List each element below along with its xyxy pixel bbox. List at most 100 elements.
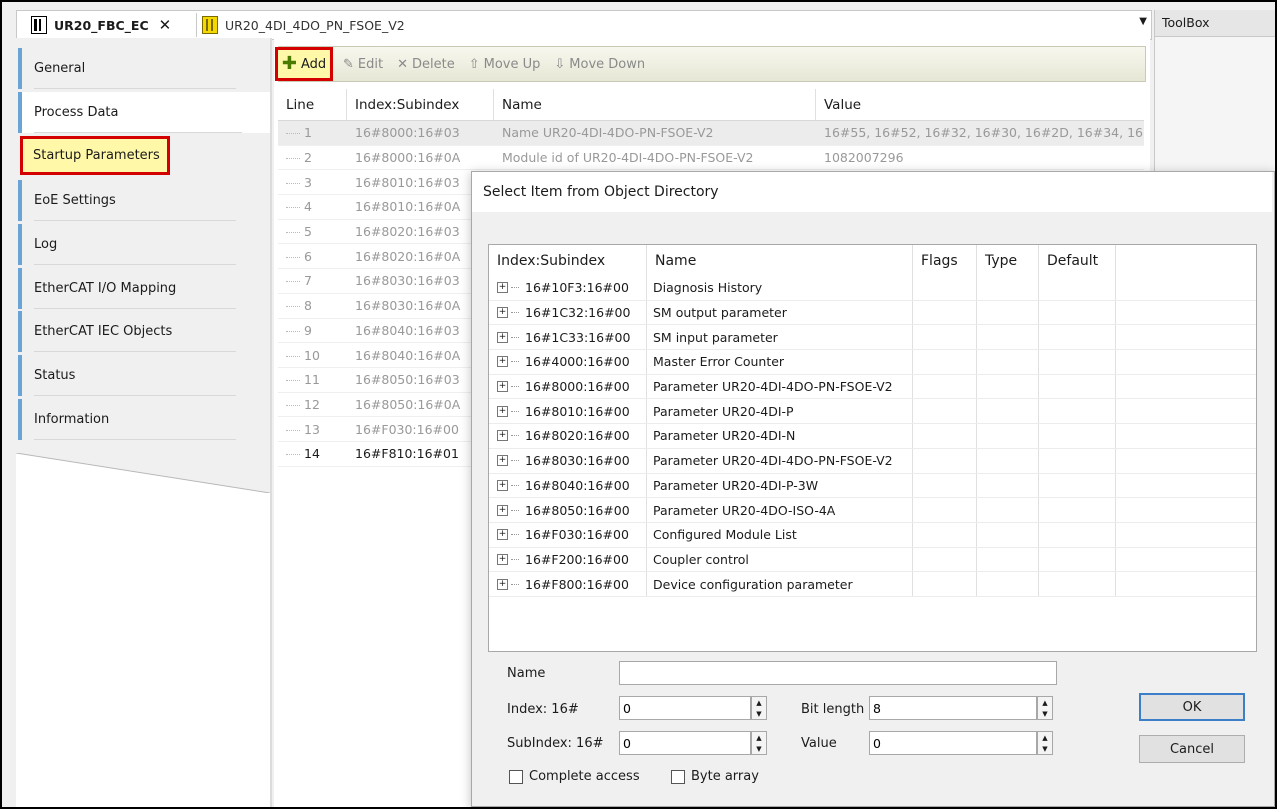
table-row[interactable]: 2 16#8000:16#0A Module id of UR20-4DI-4DO-… <box>278 146 1144 171</box>
subindex-spinner[interactable]: ▲ ▼ <box>751 731 767 755</box>
od-row[interactable]: +16#F200:16#00 Coupler control <box>489 547 1256 573</box>
spin-up-icon[interactable]: ▲ <box>1042 699 1047 707</box>
index-spinner[interactable]: ▲ ▼ <box>751 696 767 720</box>
close-icon[interactable]: ✕ <box>159 16 172 34</box>
expand-icon[interactable]: + <box>497 405 508 417</box>
spin-up-icon[interactable]: ▲ <box>756 699 761 707</box>
arrow-down-icon: ⇩ <box>554 56 566 72</box>
tab-ur20-4di-4do[interactable]: UR20_4DI_4DO_PN_FSOE_V2 <box>202 14 405 36</box>
cell-flags <box>913 276 977 300</box>
column-header-value[interactable]: Value <box>816 89 1144 120</box>
od-row[interactable]: +16#1C33:16#00 SM input parameter <box>489 325 1256 351</box>
add-button[interactable]: ✚ Add <box>275 47 333 81</box>
nav-item-startup-parameters[interactable]: Startup Parameters <box>20 136 170 175</box>
column-header-type[interactable]: Type <box>977 245 1039 276</box>
od-row[interactable]: +16#8010:16#00 Parameter UR20-4DI-P <box>489 399 1256 425</box>
column-header-name[interactable]: Name <box>494 89 816 120</box>
expand-icon[interactable]: + <box>497 331 508 343</box>
column-header-flags[interactable]: Flags <box>913 245 977 276</box>
edit-label: Edit <box>357 56 384 72</box>
tab-list-dropdown-icon[interactable]: ▼ <box>1139 16 1147 27</box>
cell-name: Diagnosis History <box>647 276 913 300</box>
document-tab-strip: UR20_FBC_EC ✕ UR20_4DI_4DO_PN_FSOE_V2 ▼ <box>16 10 1152 40</box>
cell-line: 1 <box>278 125 347 140</box>
expand-icon[interactable]: + <box>497 307 508 319</box>
spin-up-icon[interactable]: ▲ <box>1042 734 1047 742</box>
nav-item-eoe-settings[interactable]: EoE Settings <box>18 180 266 221</box>
spin-down-icon[interactable]: ▼ <box>756 710 761 718</box>
od-row[interactable]: +16#8030:16#00 Parameter UR20-4DI-4DO-PN-… <box>489 448 1256 474</box>
bit-length-spinner[interactable]: ▲ ▼ <box>1037 696 1053 720</box>
expand-icon[interactable]: + <box>497 578 508 590</box>
column-header-index[interactable]: Index:Subindex <box>347 89 494 120</box>
table-row[interactable]: 1 16#8000:16#03 Name UR20-4DI-4DO-PN-FSOE-… <box>278 121 1144 146</box>
cell-type <box>977 522 1039 547</box>
value-input[interactable] <box>869 731 1037 755</box>
cell-index: +16#8030:16#00 <box>489 448 647 473</box>
expand-icon[interactable]: + <box>497 479 508 491</box>
nav-item-ethercat-iec-objects[interactable]: EtherCAT IEC Objects <box>18 311 266 352</box>
spin-down-icon[interactable]: ▼ <box>1042 710 1047 718</box>
od-row[interactable]: +16#1C32:16#00 SM output parameter <box>489 300 1256 326</box>
od-row[interactable]: +16#F030:16#00 Configured Module List <box>489 522 1256 548</box>
od-row[interactable]: +16#4000:16#00 Master Error Counter <box>489 350 1256 375</box>
edit-icon: ✎ <box>343 56 354 72</box>
od-row[interactable]: +16#10F3:16#00 Diagnosis History <box>489 276 1256 301</box>
spin-down-icon[interactable]: ▼ <box>756 745 761 753</box>
edit-button[interactable]: ✎ Edit <box>343 57 383 72</box>
cell-index: +16#8010:16#00 <box>489 399 647 424</box>
move-down-button[interactable]: ⇩ Move Down <box>554 57 645 72</box>
column-header-line[interactable]: Line <box>278 89 347 120</box>
cell-name: SM output parameter <box>647 300 913 325</box>
expand-icon[interactable]: + <box>497 553 508 565</box>
byte-array-checkbox[interactable] <box>671 769 685 784</box>
cell-flags <box>913 424 977 448</box>
od-row[interactable]: +16#8000:16#00 Parameter UR20-4DI-4DO-PN-… <box>489 374 1256 400</box>
nav-item-general[interactable]: General <box>18 48 266 89</box>
spin-up-icon[interactable]: ▲ <box>756 734 761 742</box>
cell-index: +16#8050:16#00 <box>489 498 647 522</box>
cell-flags <box>913 374 977 399</box>
nav-item-log[interactable]: Log <box>18 224 266 265</box>
subindex-input[interactable] <box>619 731 751 755</box>
nav-item-label: EtherCAT IEC Objects <box>34 324 173 339</box>
name-input[interactable] <box>619 661 1057 685</box>
expand-icon[interactable]: + <box>497 356 508 368</box>
complete-access-option[interactable]: Complete access <box>509 769 640 784</box>
column-header-name[interactable]: Name <box>647 245 913 276</box>
expand-icon[interactable]: + <box>497 504 508 516</box>
cell-index: +16#4000:16#00 <box>489 350 647 374</box>
cancel-button[interactable]: Cancel <box>1139 735 1245 763</box>
index-input[interactable] <box>619 696 751 720</box>
cell-flags <box>913 448 977 473</box>
nav-item-information[interactable]: Information <box>18 399 266 440</box>
column-header-default[interactable]: Default <box>1039 245 1116 276</box>
panel-divider[interactable] <box>270 38 272 807</box>
cell-line: 13 <box>278 422 347 437</box>
spin-down-icon[interactable]: ▼ <box>1042 745 1047 753</box>
nav-item-process-data[interactable]: Process Data <box>18 92 272 133</box>
cell-name: Parameter UR20-4DI-P <box>647 399 913 424</box>
od-row[interactable]: +16#8040:16#00 Parameter UR20-4DI-P-3W <box>489 473 1256 499</box>
od-row[interactable]: +16#8050:16#00 Parameter UR20-4DO-ISO-4A <box>489 498 1256 523</box>
nav-item-status[interactable]: Status <box>18 355 266 396</box>
move-up-button[interactable]: ⇧ Move Up <box>469 57 541 72</box>
cell-default <box>1039 276 1116 300</box>
bit-length-input[interactable] <box>869 696 1037 720</box>
expand-icon[interactable]: + <box>497 381 508 393</box>
od-row[interactable]: +16#8020:16#00 Parameter UR20-4DI-N <box>489 424 1256 449</box>
value-spinner[interactable]: ▲ ▼ <box>1037 731 1053 755</box>
tab-ur20-fbc-ec[interactable]: UR20_FBC_EC ✕ <box>31 14 171 36</box>
nav-item-ethercat-io-mapping[interactable]: EtherCAT I/O Mapping <box>18 268 266 309</box>
od-row[interactable]: +16#F800:16#00 Device configuration param… <box>489 572 1256 597</box>
expand-icon[interactable]: + <box>497 455 508 467</box>
complete-access-checkbox[interactable] <box>509 769 523 784</box>
byte-array-option[interactable]: Byte array <box>671 769 759 784</box>
delete-button[interactable]: ✕ Delete <box>397 57 455 72</box>
cell-type <box>977 498 1039 522</box>
expand-icon[interactable]: + <box>497 282 508 294</box>
ok-button[interactable]: OK <box>1139 693 1245 721</box>
column-header-index[interactable]: Index:Subindex <box>489 245 647 276</box>
expand-icon[interactable]: + <box>497 430 508 442</box>
expand-icon[interactable]: + <box>497 529 508 541</box>
